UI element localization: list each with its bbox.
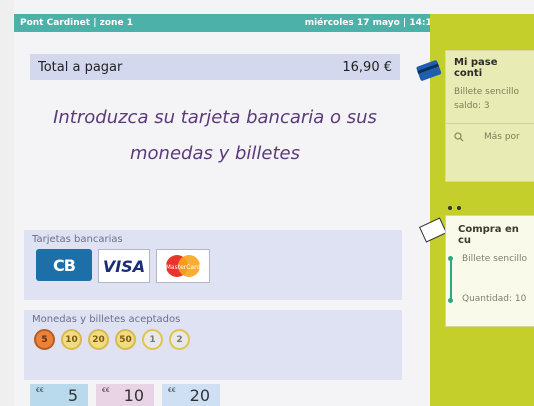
- total-bar: Total a pagar 16,90 €: [30, 54, 400, 80]
- progress-line: [450, 258, 452, 300]
- coins-label: Monedas y billetes aceptados: [32, 314, 181, 325]
- pass-balance: saldo: 3: [454, 101, 490, 111]
- pass-title: Mi pase conti: [454, 57, 498, 79]
- divider: [446, 123, 534, 124]
- banknotes: €€ 5 €€ 10 €€ 20: [30, 384, 220, 406]
- purchase-title: Compra en cu: [458, 224, 519, 246]
- dots-indicator: [448, 206, 461, 210]
- svg-text:MasterCard: MasterCard: [166, 264, 201, 271]
- more-button[interactable]: Más por: [446, 132, 534, 142]
- cards-section: Tarjetas bancarias CB VISA MasterCard: [24, 230, 402, 300]
- coins-section: Monedas y billetes aceptados 5 10 20 50 …: [24, 310, 402, 380]
- coin-20: 20: [88, 329, 109, 350]
- note-20: €€ 20: [162, 384, 220, 406]
- datetime-label: miércoles 17 mayo | 14:13: [304, 18, 438, 28]
- pass-card[interactable]: Mi pase conti Billete sencillo saldo: 3 …: [445, 50, 534, 182]
- card-payment-icon: [416, 60, 442, 81]
- location-label: Pont Cardinet | zone 1: [20, 18, 133, 28]
- pass-ticket-type: Billete sencillo: [454, 87, 520, 97]
- coin-10: 10: [61, 329, 82, 350]
- top-bar: Pont Cardinet | zone 1 miércoles 17 mayo…: [14, 14, 444, 32]
- cards-label: Tarjetas bancarias: [32, 234, 123, 245]
- note-10: €€ 10: [96, 384, 154, 406]
- more-label: Más por: [484, 132, 520, 142]
- mastercard-logo: MasterCard: [156, 249, 210, 283]
- coin-5: 5: [34, 329, 55, 350]
- note-5: €€ 5: [30, 384, 88, 406]
- progress-dot: [448, 256, 453, 261]
- purchase-quantity: Quantidad: 10: [462, 294, 527, 304]
- visa-logo: VISA: [98, 249, 150, 283]
- total-amount: 16,90 €: [342, 59, 392, 75]
- coin-2: 2: [169, 329, 190, 350]
- cb-card-logo: CB: [36, 249, 92, 281]
- purchase-item: Billete sencillo: [462, 254, 528, 264]
- coin-1: 1: [142, 329, 163, 350]
- total-label: Total a pagar: [38, 59, 123, 75]
- search-icon: [454, 132, 464, 142]
- coin-50: 50: [115, 329, 136, 350]
- instruction-text: Introduzca su tarjeta bancaria o sus mon…: [53, 107, 377, 164]
- progress-dot: [448, 298, 453, 303]
- purchase-card[interactable]: Compra en cu Billete sencillo Quantidad:…: [445, 215, 534, 327]
